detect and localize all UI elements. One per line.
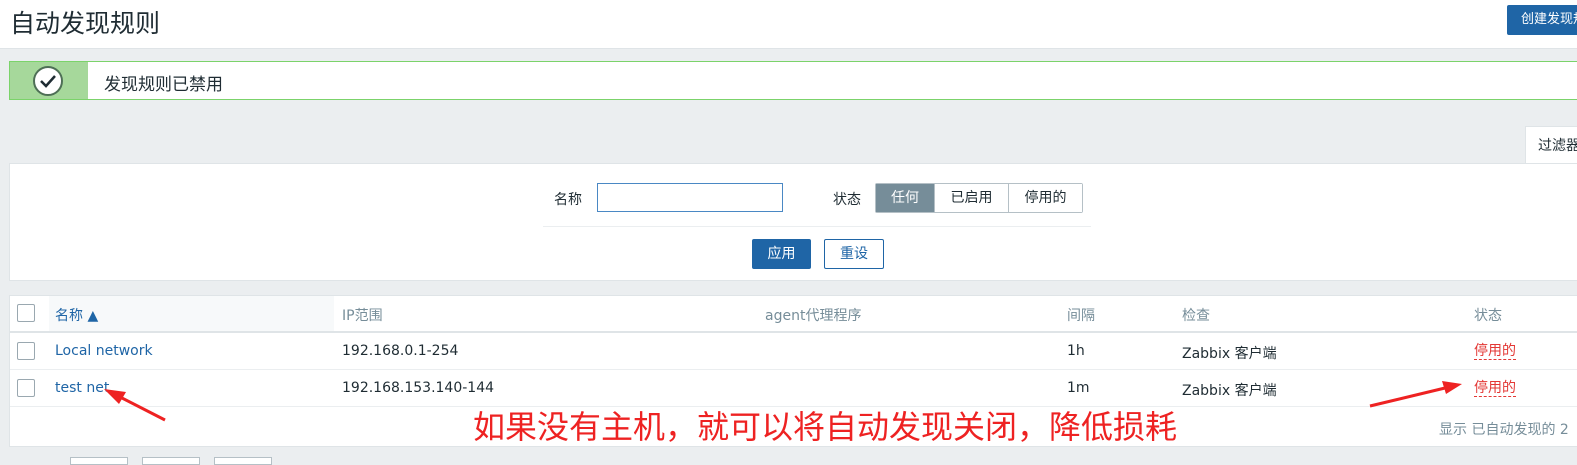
checks-cell: Zabbix 客户端	[1182, 383, 1277, 399]
ip-range-cell: 192.168.153.140-144	[342, 380, 495, 396]
status-segmented-control: 任何 已启用 停用的	[875, 183, 1083, 213]
column-header-status[interactable]: 状态	[1474, 305, 1502, 325]
status-option-any[interactable]: 任何	[876, 184, 935, 212]
checks-cell: Zabbix 客户端	[1182, 346, 1277, 362]
table-row: Local network 192.168.0.1-254 1h Zabbix …	[10, 333, 1577, 370]
interval-cell: 1h	[1067, 343, 1085, 359]
filter-name-label: 名称	[554, 192, 582, 208]
status-toggle-link[interactable]: 停用的	[1474, 343, 1516, 360]
column-header-ip-range: IP范围	[342, 308, 383, 324]
column-header-checks: 检查	[1182, 308, 1210, 324]
annotation-text: 如果没有主机，就可以将自动发现关闭，降低损耗	[473, 408, 1178, 446]
check-circle-icon	[33, 66, 63, 96]
column-header-proxy: agent代理程序	[765, 308, 862, 324]
interval-cell: 1m	[1067, 380, 1090, 396]
table-footer-count: 显示 已自动发现的 2	[1439, 422, 1569, 438]
filter-divider	[543, 226, 1091, 227]
success-message: 发现规则已禁用	[9, 61, 1577, 100]
table-header: 名称 ▲ IP范围 agent代理程序 间隔 检查 状态	[10, 296, 1577, 333]
row-checkbox[interactable]	[17, 342, 35, 360]
reset-button[interactable]: 重设	[824, 239, 884, 269]
message-icon-area	[10, 62, 88, 99]
row-checkbox[interactable]	[17, 379, 35, 397]
rule-name-link[interactable]: Local network	[55, 343, 153, 359]
select-all-checkbox[interactable]	[17, 304, 35, 322]
filter-panel: 名称 状态 任何 已启用 停用的 应用 重设	[9, 163, 1577, 281]
apply-button[interactable]: 应用	[752, 239, 811, 269]
rule-name-link[interactable]: test net	[55, 380, 109, 396]
status-toggle-link[interactable]: 停用的	[1474, 380, 1516, 397]
page-title: 自动发现规则	[10, 9, 161, 38]
column-header-name[interactable]: 名称 ▲	[55, 305, 98, 325]
ip-range-cell: 192.168.0.1-254	[342, 343, 459, 359]
filter-name-input[interactable]	[597, 183, 783, 212]
status-option-disabled[interactable]: 停用的	[1009, 184, 1082, 212]
bottom-action-button[interactable]	[142, 457, 200, 465]
message-text: 发现规则已禁用	[104, 75, 223, 95]
create-discovery-rule-button[interactable]: 创建发现规则	[1507, 5, 1577, 35]
filter-status-label: 状态	[833, 192, 861, 208]
bottom-action-button[interactable]	[214, 457, 272, 465]
bottom-action-button[interactable]	[70, 457, 128, 465]
page-header: 自动发现规则 创建发现规则	[0, 0, 1577, 49]
column-header-interval: 间隔	[1067, 308, 1095, 324]
status-option-enabled[interactable]: 已启用	[935, 184, 1009, 212]
filter-tab[interactable]: 过滤器	[1525, 126, 1577, 164]
